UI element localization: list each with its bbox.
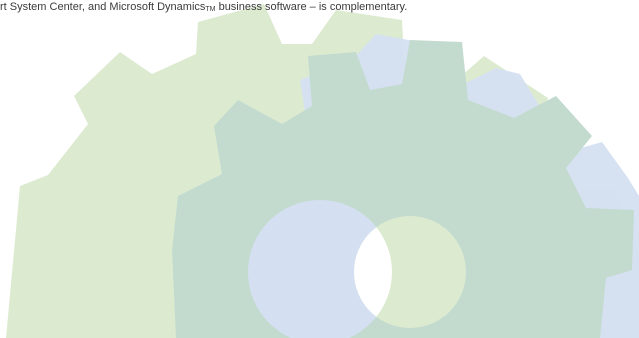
trademark-mark: TM xyxy=(205,6,216,13)
caption-text-end: business software – is complementary. xyxy=(215,1,408,13)
caption-text: rt System Center, and Microsoft Dynamics… xyxy=(0,0,407,14)
gear-illustration xyxy=(6,4,639,338)
caption-text-start: rt System Center, and Microsoft Dynamics xyxy=(0,1,206,13)
slide-canvas: rt System Center, and Microsoft Dynamics… xyxy=(0,0,639,338)
